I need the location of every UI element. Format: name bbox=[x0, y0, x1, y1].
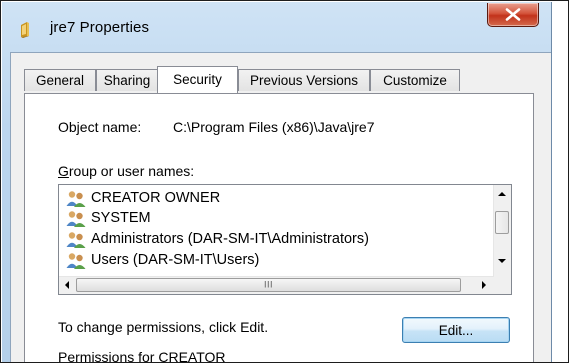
vertical-scrollbar[interactable] bbox=[493, 185, 511, 277]
permissions-for-label: Permissions for CREATOR bbox=[58, 349, 226, 363]
scroll-up-arrow-icon[interactable] bbox=[498, 192, 506, 196]
tab-security[interactable]: Security bbox=[157, 66, 238, 93]
horizontal-scrollbar[interactable]: III bbox=[59, 276, 494, 294]
users-icon bbox=[66, 252, 87, 275]
tab-general[interactable]: General bbox=[24, 69, 96, 91]
object-name-label: Object name: bbox=[58, 119, 142, 135]
horizontal-scroll-thumb[interactable]: III bbox=[76, 278, 461, 292]
window-title: jre7 Properties bbox=[50, 19, 150, 36]
list-item-label: Administrators (DAR-SM-IT\Administrators… bbox=[91, 231, 369, 247]
group-user-names-label: Group or user names: bbox=[58, 163, 195, 179]
tab-label: Security bbox=[173, 72, 222, 87]
edit-button[interactable]: Edit... bbox=[402, 317, 510, 343]
scroll-right-arrow-icon[interactable] bbox=[482, 281, 486, 289]
tab-customize[interactable]: Customize bbox=[370, 69, 460, 91]
screenshot-frame: jre7 Properties General Sharing Security… bbox=[0, 0, 569, 363]
tab-sharing[interactable]: Sharing bbox=[96, 69, 158, 91]
list-item-label: CREATOR OWNER bbox=[91, 190, 221, 206]
close-icon bbox=[505, 8, 521, 21]
folder-icon bbox=[20, 21, 38, 38]
object-name-value: C:\Program Files (x86)\Java\jre7 bbox=[173, 119, 375, 135]
scroll-left-arrow-icon[interactable] bbox=[65, 281, 69, 289]
close-button[interactable] bbox=[487, 3, 539, 27]
grip-icon: III bbox=[263, 279, 274, 290]
list-item-label: SYSTEM bbox=[91, 210, 151, 226]
tab-label: Sharing bbox=[103, 73, 151, 88]
list-item-label: Users (DAR-SM-IT\Users) bbox=[91, 252, 260, 268]
user-listbox[interactable]: CREATOR OWNER SYSTEM Administrators (DAR… bbox=[58, 184, 512, 295]
users-icon bbox=[66, 231, 87, 254]
tab-previous-versions[interactable]: Previous Versions bbox=[238, 69, 370, 91]
scroll-corner bbox=[494, 277, 511, 294]
scroll-down-arrow-icon[interactable] bbox=[498, 259, 506, 263]
tab-label: Customize bbox=[383, 73, 447, 88]
tab-label: General bbox=[35, 73, 85, 88]
vertical-scroll-thumb[interactable] bbox=[495, 211, 509, 234]
change-permissions-text: To change permissions, click Edit. bbox=[58, 319, 269, 335]
tab-label: Previous Versions bbox=[249, 73, 359, 88]
users-icon bbox=[66, 210, 87, 233]
